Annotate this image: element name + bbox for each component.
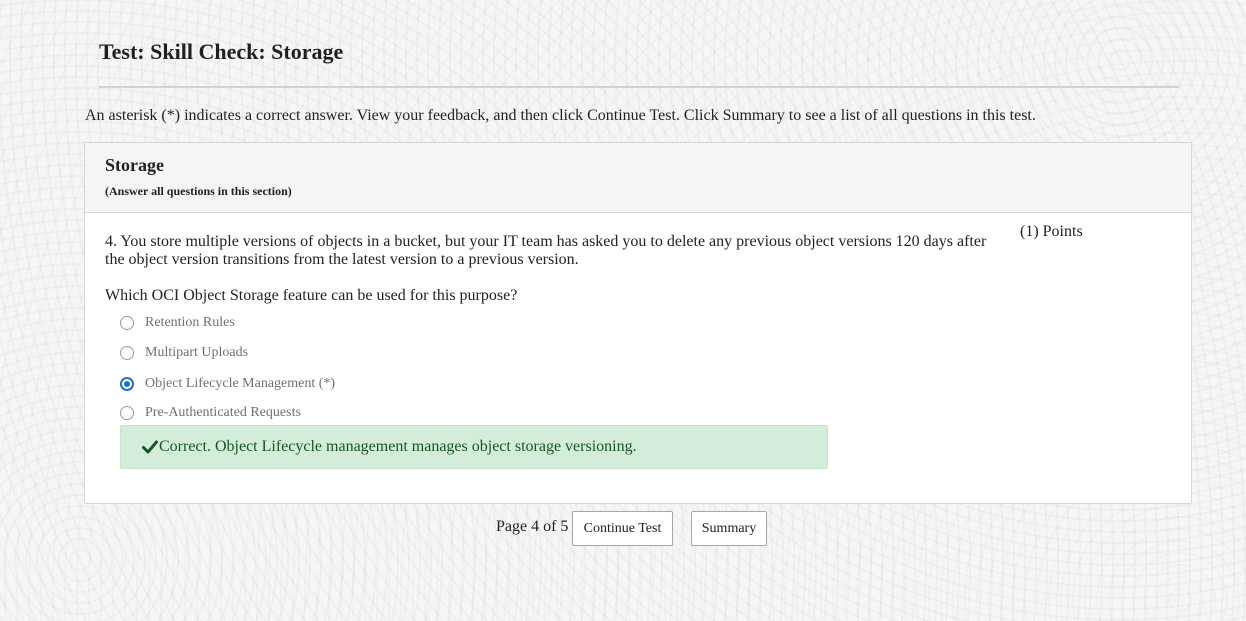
option-object-lifecycle-management[interactable]: Object Lifecycle Management (*) [120, 374, 335, 394]
instructions-text: An asterisk (*) indicates a correct answ… [85, 107, 1036, 124]
option-label: Pre-Authenticated Requests [145, 405, 301, 420]
summary-button[interactable]: Summary [691, 511, 767, 546]
feedback-banner: Correct. Object Lifecycle management man… [120, 425, 828, 469]
section-header: Storage (Answer all questions in this se… [85, 143, 1191, 213]
question-points: (1) Points [1020, 223, 1083, 240]
section-title: Storage [105, 155, 164, 175]
page-title: Test: Skill Check: Storage [99, 39, 344, 64]
radio-button[interactable] [120, 346, 134, 360]
question-text: 4. You store multiple versions of object… [105, 233, 987, 268]
title-divider [99, 86, 1179, 88]
radio-button[interactable] [120, 316, 134, 330]
option-label: Retention Rules [145, 315, 235, 330]
radio-button[interactable] [120, 406, 134, 420]
page-indicator: Page 4 of 5 [496, 518, 569, 535]
option-retention-rules[interactable]: Retention Rules [120, 313, 235, 333]
footer-navigation: Page 4 of 5 Continue Test Summary [0, 511, 1246, 547]
section-note: (Answer all questions in this section) [105, 184, 292, 198]
option-multipart-uploads[interactable]: Multipart Uploads [120, 343, 248, 363]
question-prompt: Which OCI Object Storage feature can be … [105, 287, 518, 304]
option-label: Object Lifecycle Management (*) [145, 376, 336, 391]
option-pre-authenticated-requests[interactable]: Pre-Authenticated Requests [120, 403, 301, 423]
option-label: Multipart Uploads [145, 345, 249, 360]
feedback-text: Correct. Object Lifecycle management man… [159, 438, 637, 455]
check-icon [142, 440, 158, 454]
continue-test-button[interactable]: Continue Test [572, 511, 673, 546]
question-panel: Storage (Answer all questions in this se… [84, 142, 1192, 504]
radio-button-selected[interactable] [120, 377, 134, 391]
